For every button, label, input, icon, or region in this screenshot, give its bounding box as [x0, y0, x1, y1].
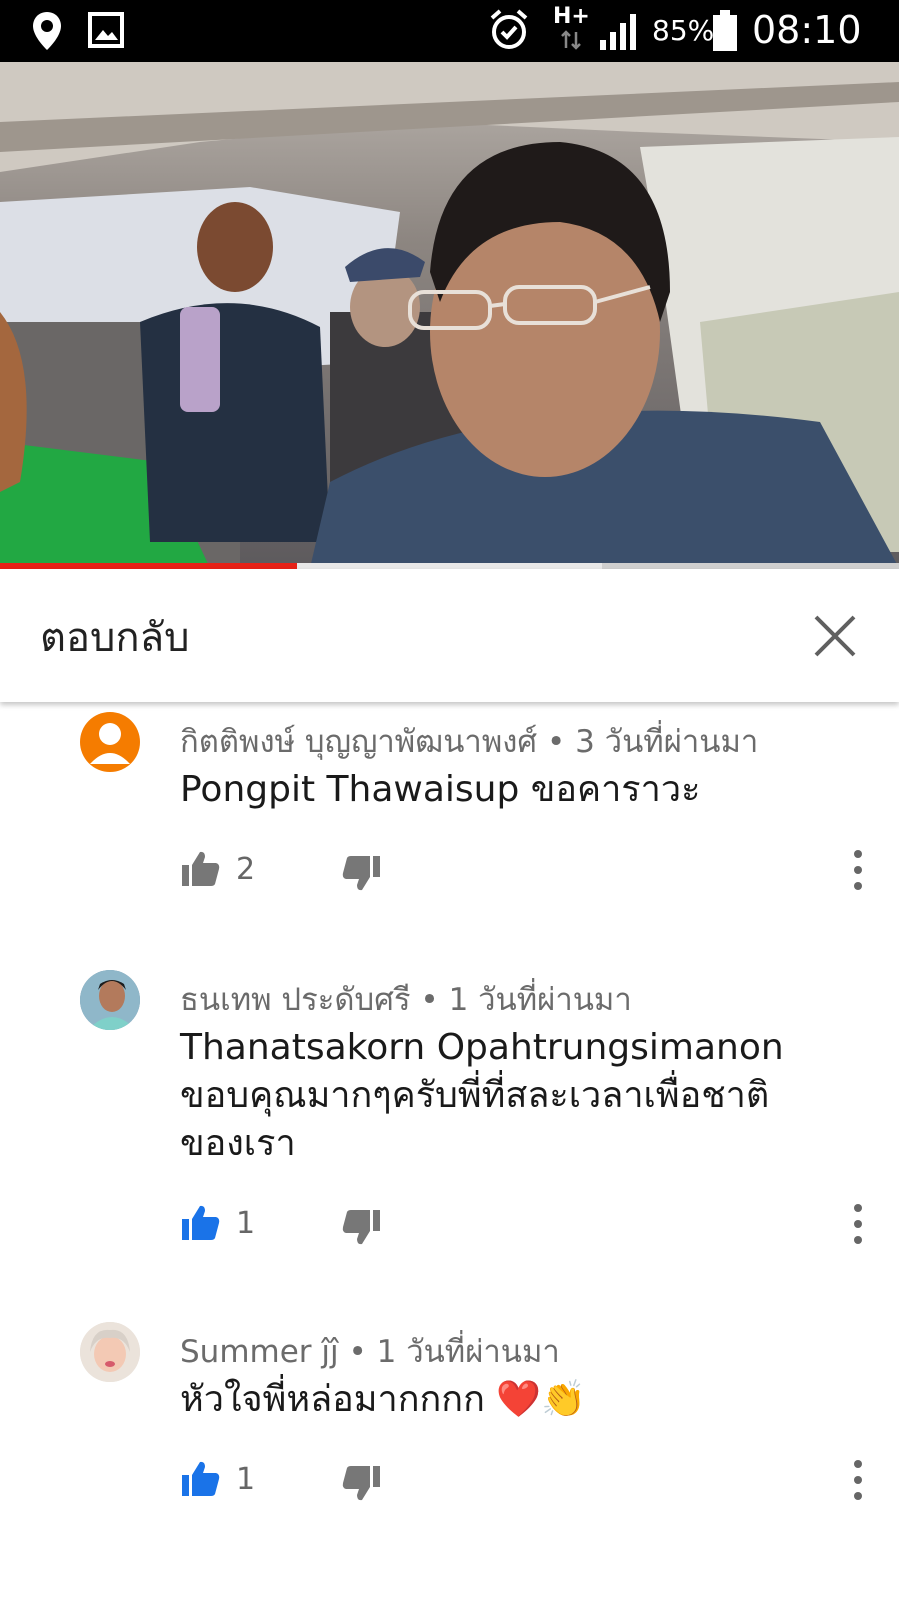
avatar[interactable]: [80, 1322, 140, 1382]
user-photo: [80, 1322, 140, 1382]
comment-text: Pongpit Thawaisup ขอคาราวะ: [180, 769, 701, 810]
more-options-icon[interactable]: [850, 1202, 866, 1246]
comment-author[interactable]: ธนเทพ ประดับศรี: [180, 982, 411, 1018]
comment-meta: Summer ĵĵ • 1 วันที่ผ่านมา: [180, 1326, 560, 1376]
dislike-icon[interactable]: [340, 852, 382, 894]
alarm-icon: [490, 9, 528, 49]
comment-meta: กิตติพงษ์ บุญญาพัฒนาพงศ์ • 3 วันที่ผ่านม…: [180, 716, 758, 766]
more-options-icon[interactable]: [850, 848, 866, 892]
avatar[interactable]: [80, 970, 140, 1030]
battery-percent: 85%: [652, 14, 715, 47]
comment-actions: 1: [180, 1202, 862, 1252]
like-count: 2: [236, 852, 256, 887]
like-icon[interactable]: [180, 848, 222, 890]
signal-icon: [600, 14, 636, 50]
network-type: H+: [553, 4, 590, 29]
like-count: 1: [236, 1462, 256, 1497]
comment-time: 3 วันที่ผ่านมา: [575, 724, 759, 760]
more-options-icon[interactable]: [850, 1458, 866, 1502]
like-icon-active[interactable]: [180, 1458, 222, 1500]
replies-header: ตอบกลับ: [0, 569, 899, 702]
video-frame: [0, 62, 899, 568]
close-icon[interactable]: [810, 611, 860, 661]
gallery-icon: [88, 12, 124, 48]
comment-author[interactable]: Summer ĵĵ: [180, 1334, 339, 1370]
comment-author[interactable]: กิตติพงษ์ บุญญาพัฒนาพงศ์: [180, 724, 537, 760]
avatar[interactable]: [80, 712, 140, 772]
like-count: 1: [236, 1206, 256, 1241]
dislike-icon[interactable]: [340, 1206, 382, 1248]
location-icon: [33, 12, 61, 50]
video-player[interactable]: [0, 62, 899, 568]
default-avatar-icon: [90, 723, 130, 764]
dislike-icon[interactable]: [340, 1462, 382, 1504]
network-icon: [561, 30, 581, 50]
comment-actions: 2: [180, 848, 862, 898]
comment-text: หัวใจพี่หล่อมากกกก ❤️👏: [180, 1379, 586, 1420]
meta-separator: •: [420, 982, 449, 1018]
comment-time: 1 วันที่ผ่านมา: [376, 1334, 560, 1370]
meta-separator: •: [348, 1334, 377, 1370]
meta-separator: •: [546, 724, 576, 760]
like-icon-active[interactable]: [180, 1202, 222, 1244]
replies-title: ตอบกลับ: [40, 615, 190, 661]
user-photo: [80, 970, 140, 1030]
battery-icon: [713, 10, 737, 51]
comment-time: 1 วันที่ผ่านมา: [448, 982, 632, 1018]
comment-meta: ธนเทพ ประดับศรี • 1 วันที่ผ่านมา: [180, 974, 632, 1024]
comment-text: Thanatsakorn Opahtrungsimanon ขอบคุณมากๆ…: [180, 1027, 784, 1164]
clock: 08:10: [752, 8, 862, 52]
comment-actions: 1: [180, 1458, 862, 1508]
status-bar: H+ 85% 08:10: [0, 0, 899, 62]
